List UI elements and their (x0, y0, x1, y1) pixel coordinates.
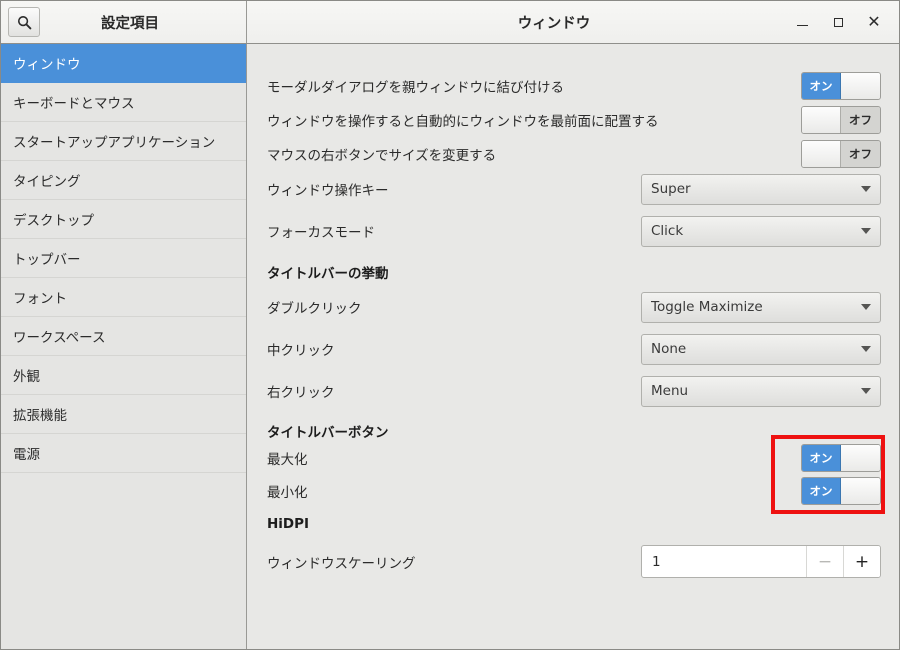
window-body: ウィンドウ キーボードとマウス スタートアップアプリケーション タイピング デス… (1, 44, 899, 649)
sidebar-item-top-bar[interactable]: トップバー (1, 239, 246, 278)
toggle-maximize-button[interactable]: オン (801, 444, 881, 472)
toggle-knob (841, 478, 880, 504)
toggle-state-label: オン (802, 478, 841, 504)
chevron-down-icon (861, 228, 871, 234)
settings-sidebar: ウィンドウ キーボードとマウス スタートアップアプリケーション タイピング デス… (1, 44, 247, 649)
minimize-icon[interactable] (787, 7, 817, 37)
increment-button[interactable]: + (843, 546, 880, 577)
toggle-knob (802, 107, 841, 133)
row-double-click: ダブルクリック Toggle Maximize (267, 291, 881, 323)
chevron-down-icon (861, 346, 871, 352)
toggle-knob (841, 445, 880, 471)
row-label: フォーカスモード (267, 225, 375, 241)
dropdown-right-click[interactable]: Menu (641, 375, 881, 407)
window-controls: ✕ (787, 7, 899, 37)
window-scaling-input[interactable]: 1 (642, 546, 806, 577)
titlebar: 設定項目 ウィンドウ ✕ (1, 1, 899, 44)
sidebar-item-appearance[interactable]: 外観 (1, 356, 246, 395)
sidebar-item-label: ウィンドウ (13, 57, 81, 73)
row-label: 右クリック (267, 385, 335, 401)
sidebar-item-label: タイピング (13, 174, 81, 190)
sidebar-title: 設定項目 (101, 15, 159, 32)
sidebar-item-fonts[interactable]: フォント (1, 278, 246, 317)
dropdown-middle-click[interactable]: None (641, 333, 881, 365)
settings-window: 設定項目 ウィンドウ ✕ ウィンドウ キーボードとマウス スタートアップアプリケ… (0, 0, 900, 650)
sidebar-item-label: デスクトップ (13, 213, 94, 229)
sidebar-item-label: 外観 (13, 369, 40, 385)
maximize-icon[interactable] (823, 7, 853, 37)
dropdown-value: Menu (651, 383, 689, 399)
row-label: ウィンドウを操作すると自動的にウィンドウを最前面に配置する (267, 114, 659, 130)
sidebar-item-label: キーボードとマウス (13, 96, 135, 112)
sidebar-item-keyboard-mouse[interactable]: キーボードとマウス (1, 83, 246, 122)
decrement-button[interactable]: − (806, 546, 843, 577)
toggle-state-label: オフ (841, 107, 880, 133)
toggle-state-label: オフ (841, 141, 880, 167)
sidebar-item-typing[interactable]: タイピング (1, 161, 246, 200)
row-attach-modal-dialogs: モーダルダイアログを親ウィンドウに結び付ける オン (267, 72, 881, 100)
window-header: ウィンドウ ✕ (247, 1, 899, 43)
toggle-state-label: オン (802, 445, 841, 471)
sidebar-item-extensions[interactable]: 拡張機能 (1, 395, 246, 434)
section-header-titlebar-action: タイトルバーの挙動 (267, 266, 389, 282)
row-raise-on-click: ウィンドウを操作すると自動的にウィンドウを最前面に配置する オフ (267, 106, 881, 134)
row-label: マウスの右ボタンでサイズを変更する (267, 148, 497, 164)
row-minimize-button: 最小化 オン (267, 477, 881, 505)
toggle-knob (841, 73, 880, 99)
search-icon[interactable] (8, 7, 40, 37)
sidebar-item-workspaces[interactable]: ワークスペース (1, 317, 246, 356)
row-focus-mode: フォーカスモード Click (267, 215, 881, 247)
window-scaling-stepper[interactable]: 1 − + (641, 545, 881, 578)
sidebar-item-label: 拡張機能 (13, 408, 67, 424)
sidebar-item-label: スタートアップアプリケーション (13, 135, 216, 151)
dropdown-double-click[interactable]: Toggle Maximize (641, 291, 881, 323)
row-window-scaling: ウィンドウスケーリング 1 − + (267, 545, 881, 578)
dropdown-value: None (651, 341, 687, 357)
dropdown-focus-mode[interactable]: Click (641, 215, 881, 247)
toggle-state-label: オン (802, 73, 841, 99)
row-label: 中クリック (267, 343, 335, 359)
sidebar-item-label: ワークスペース (13, 330, 106, 346)
sidebar-item-label: 電源 (13, 447, 40, 463)
row-label: 最小化 (267, 485, 308, 501)
toggle-attach-modal-dialogs[interactable]: オン (801, 72, 881, 100)
row-label: ウィンドウスケーリング (267, 555, 416, 572)
dropdown-window-action-key[interactable]: Super (641, 173, 881, 205)
toggle-knob (802, 141, 841, 167)
row-right-click: 右クリック Menu (267, 375, 881, 407)
toggle-raise-on-click[interactable]: オフ (801, 106, 881, 134)
chevron-down-icon (861, 388, 871, 394)
row-label: 最大化 (267, 452, 308, 468)
row-label: ダブルクリック (267, 301, 362, 317)
row-label: ウィンドウ操作キー (267, 183, 389, 199)
dropdown-value: Super (651, 181, 691, 197)
sidebar-item-desktop[interactable]: デスクトップ (1, 200, 246, 239)
sidebar-item-label: トップバー (13, 252, 81, 268)
row-label: モーダルダイアログを親ウィンドウに結び付ける (267, 80, 564, 96)
row-maximize-button: 最大化 オン (267, 444, 881, 472)
settings-panel: モーダルダイアログを親ウィンドウに結び付ける オン ウィンドウを操作すると自動的… (247, 44, 899, 649)
sidebar-item-power[interactable]: 電源 (1, 434, 246, 473)
section-header-titlebar-buttons: タイトルバーボタン (267, 425, 389, 441)
section-header-hidpi: HiDPI (267, 516, 310, 532)
toggle-resize-with-right-button[interactable]: オフ (801, 140, 881, 168)
dropdown-value: Toggle Maximize (651, 299, 763, 315)
row-window-action-key: ウィンドウ操作キー Super (267, 173, 881, 205)
row-resize-with-right-button: マウスの右ボタンでサイズを変更する オフ (267, 140, 881, 168)
page-title: ウィンドウ (517, 15, 591, 32)
row-middle-click: 中クリック None (267, 333, 881, 365)
chevron-down-icon (861, 186, 871, 192)
chevron-down-icon (861, 304, 871, 310)
dropdown-value: Click (651, 223, 684, 239)
sidebar-item-startup-applications[interactable]: スタートアップアプリケーション (1, 122, 246, 161)
sidebar-item-window[interactable]: ウィンドウ (1, 44, 246, 83)
sidebar-header: 設定項目 (1, 1, 247, 43)
close-icon[interactable]: ✕ (859, 7, 889, 37)
sidebar-item-label: フォント (13, 291, 67, 307)
toggle-minimize-button[interactable]: オン (801, 477, 881, 505)
